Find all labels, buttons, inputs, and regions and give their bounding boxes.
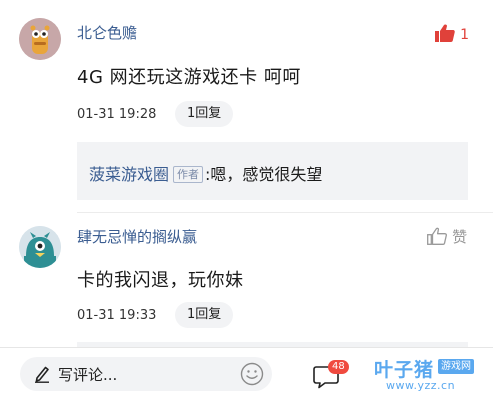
watermark-url: www.yzz.cn <box>386 379 456 392</box>
cartoon-bear-avatar-icon <box>19 18 61 60</box>
site-watermark: 叶子猪 游戏网 www.yzz.cn <box>374 355 489 395</box>
comment-time: 01-31 19:28 <box>77 107 157 122</box>
comment-username[interactable]: 北仑色赡 <box>77 22 137 43</box>
thumbs-up-filled-icon <box>435 24 455 42</box>
pencil-icon <box>35 366 49 383</box>
like-button[interactable]: 赞 <box>427 226 467 248</box>
comment-text: 卡的我闪退，玩你妹 <box>77 270 244 291</box>
like-button[interactable]: 1 <box>435 24 469 46</box>
comment-username[interactable]: 肆无忌惮的搁纵赢 <box>77 226 197 247</box>
reply-preview[interactable]: 菠菜游戏圈 作者:嗯，感觉很失望 <box>77 142 468 200</box>
write-comment-placeholder: 写评论... <box>58 366 118 384</box>
reply-count-button[interactable]: 1回复 <box>175 101 234 127</box>
comments-button[interactable]: 48 <box>313 360 353 394</box>
avatar[interactable] <box>19 226 61 268</box>
reply-text: :嗯，感觉很失望 <box>205 165 323 184</box>
reply-author-name[interactable]: 菠菜游戏圈 <box>89 165 169 184</box>
comment-time: 01-31 19:33 <box>77 308 157 323</box>
comment-count-badge: 48 <box>328 360 349 374</box>
author-tag: 作者 <box>173 166 204 183</box>
emoji-icon[interactable] <box>240 362 264 386</box>
divider <box>77 212 493 213</box>
comment-text: 4G 网还玩这游戏还卡 呵呵 <box>77 67 301 88</box>
avatar[interactable] <box>19 18 61 60</box>
thumbs-up-outline-icon <box>427 227 447 245</box>
write-comment-input[interactable]: 写评论... <box>20 357 272 391</box>
watermark-title: 叶子猪 <box>374 359 435 381</box>
like-label: 赞 <box>452 228 468 246</box>
reply-count-button[interactable]: 1回复 <box>175 302 234 328</box>
like-count: 1 <box>460 27 470 43</box>
watermark-subtitle: 游戏网 <box>438 359 474 374</box>
teal-monster-avatar-icon <box>19 226 61 268</box>
